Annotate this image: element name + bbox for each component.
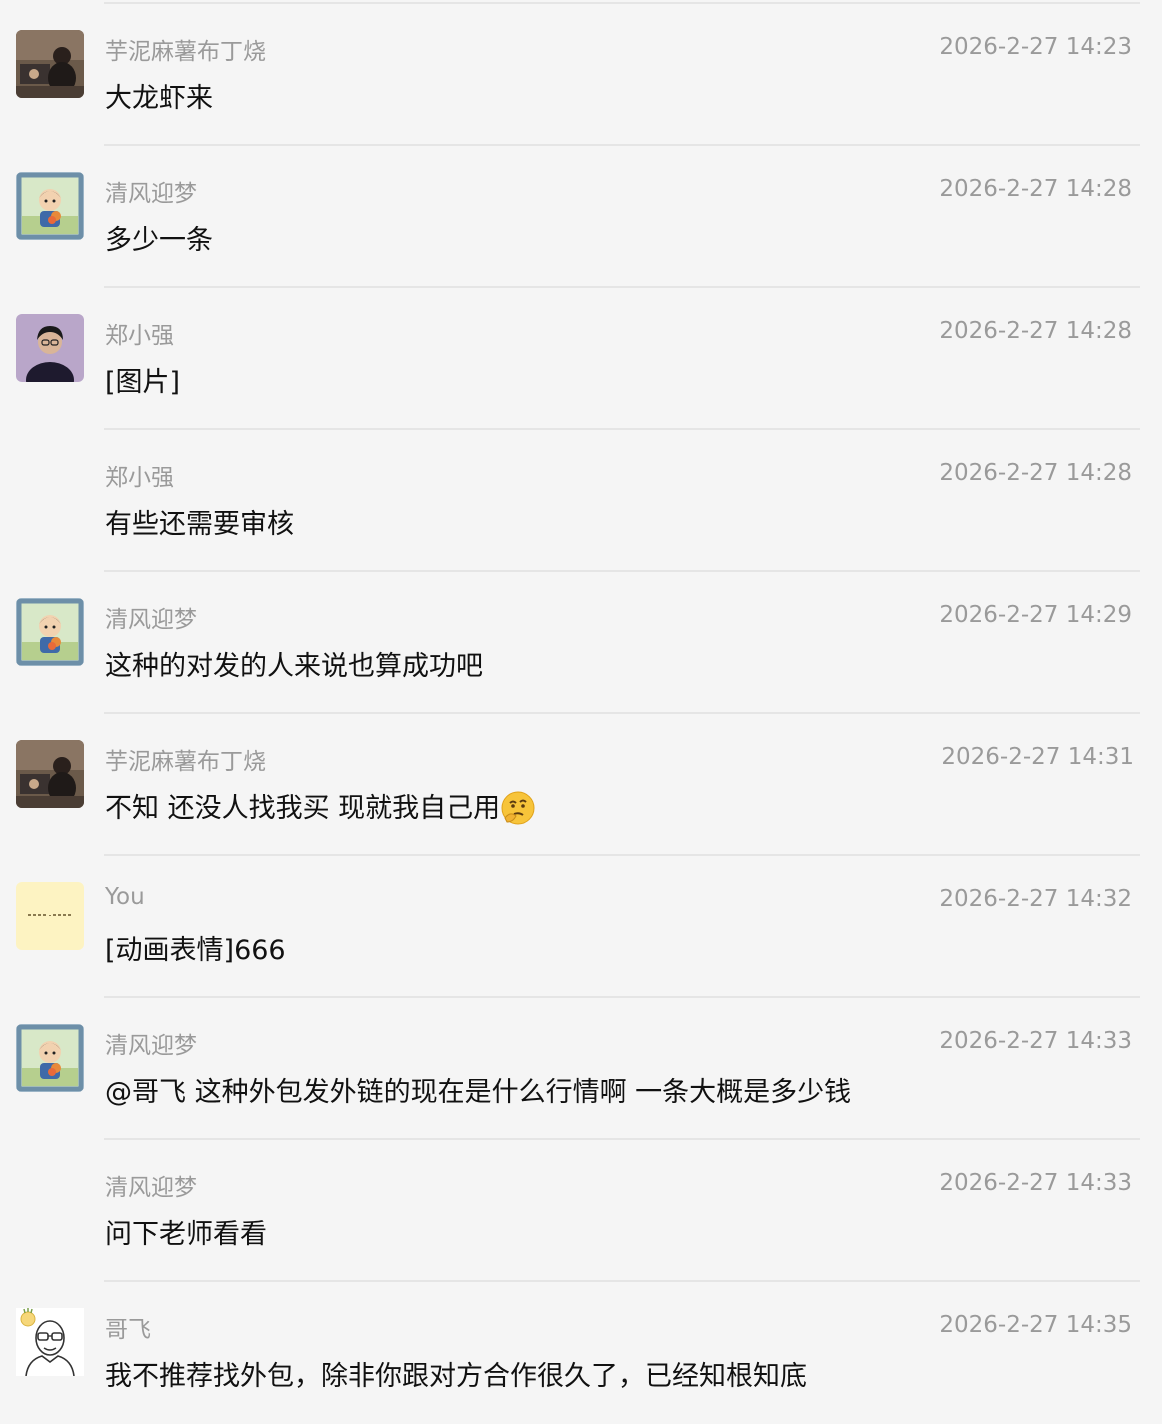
message-text: 不知 还没人找我买 现就我自己用	[105, 793, 501, 824]
message-timestamp: 2026-2-27 14:23	[939, 34, 1132, 60]
sender-name: 芋泥麻薯布丁烧	[105, 749, 266, 775]
message-item[interactable]: 郑小强 2026-2-27 14:28 [图片]	[0, 288, 1162, 430]
message-text: 有些还需要审核	[105, 509, 294, 540]
message-timestamp: 2026-2-27 14:28	[939, 318, 1132, 344]
message-text: 问下老师看看	[105, 1219, 267, 1250]
message-item[interactable]: 郑小强 2026-2-27 14:28 有些还需要审核	[0, 430, 1162, 572]
message-text: 大龙虾来	[105, 83, 213, 114]
message-text: 多少一条	[105, 225, 213, 256]
sender-name: 清风迎梦	[105, 607, 197, 633]
yellow-note-avatar-icon[interactable]	[16, 882, 84, 950]
message-timestamp: 2026-2-27 14:35	[939, 1312, 1132, 1338]
message-item[interactable]: 清风迎梦 2026-2-27 14:33 问下老师看看	[0, 1140, 1162, 1282]
thinking-face-emoji-icon	[501, 791, 535, 832]
message-timestamp: 2026-2-27 14:28	[939, 176, 1132, 202]
message-text: 这种的对发的人来说也算成功吧	[105, 651, 483, 682]
message-timestamp: 2026-2-27 14:33	[939, 1170, 1132, 1196]
message-item[interactable]: 清风迎梦 2026-2-27 14:28 多少一条	[0, 146, 1162, 288]
message-timestamp: 2026-2-27 14:28	[939, 460, 1132, 486]
sender-name: 郑小强	[105, 465, 174, 491]
message-item[interactable]: 清风迎梦 2026-2-27 14:29 这种的对发的人来说也算成功吧	[0, 572, 1162, 714]
cartoon-boy-avatar-icon[interactable]	[16, 1024, 84, 1092]
message-item[interactable]: You 2026-2-27 14:32 [动画表情]666	[0, 856, 1162, 998]
photo-avatar-icon[interactable]	[16, 30, 84, 98]
message-item[interactable]: 芋泥麻薯布丁烧 2026-2-27 14:23 大龙虾来	[0, 4, 1162, 146]
chat-message-list[interactable]: 芋泥麻薯布丁烧 2026-2-27 14:23 大龙虾来 清风迎梦 2026-2…	[0, 0, 1162, 1420]
sender-name: 清风迎梦	[105, 181, 197, 207]
message-text: [图片]	[105, 367, 181, 398]
message-timestamp: 2026-2-27 14:33	[939, 1028, 1132, 1054]
message-item[interactable]: 芋泥麻薯布丁烧 2026-2-27 14:31 不知 还没人找我买 现就我自己用	[0, 714, 1162, 856]
glasses-man-sketch-avatar-icon[interactable]	[16, 1308, 84, 1376]
cartoon-boy-avatar-icon[interactable]	[16, 598, 84, 666]
sender-name: 清风迎梦	[105, 1033, 197, 1059]
sender-name: 清风迎梦	[105, 1175, 197, 1201]
sender-name: 郑小强	[105, 323, 174, 349]
message-item[interactable]: 清风迎梦 2026-2-27 14:33 @哥飞 这种外包发外链的现在是什么行情…	[0, 998, 1162, 1140]
photo-avatar-icon[interactable]	[16, 740, 84, 808]
cartoon-boy-avatar-icon[interactable]	[16, 172, 84, 240]
message-text: @哥飞 这种外包发外链的现在是什么行情啊 一条大概是多少钱	[105, 1077, 852, 1108]
message-text: [动画表情]666	[105, 935, 286, 966]
message-timestamp: 2026-2-27 14:29	[939, 602, 1132, 628]
message-timestamp: 2026-2-27 14:31	[941, 744, 1134, 770]
sender-name: 芋泥麻薯布丁烧	[105, 39, 266, 65]
message-item[interactable]: 哥飞 2026-2-27 14:35 我不推荐找外包，除非你跟对方合作很久了，已…	[0, 1282, 1162, 1424]
message-content: 不知 还没人找我买 现就我自己用	[105, 786, 535, 832]
sender-name: You	[105, 884, 145, 910]
sender-name: 哥飞	[105, 1317, 151, 1343]
message-text: 我不推荐找外包，除非你跟对方合作很久了，已经知根知底	[105, 1361, 807, 1392]
message-timestamp: 2026-2-27 14:32	[939, 886, 1132, 912]
portrait-avatar-icon[interactable]	[16, 314, 84, 382]
